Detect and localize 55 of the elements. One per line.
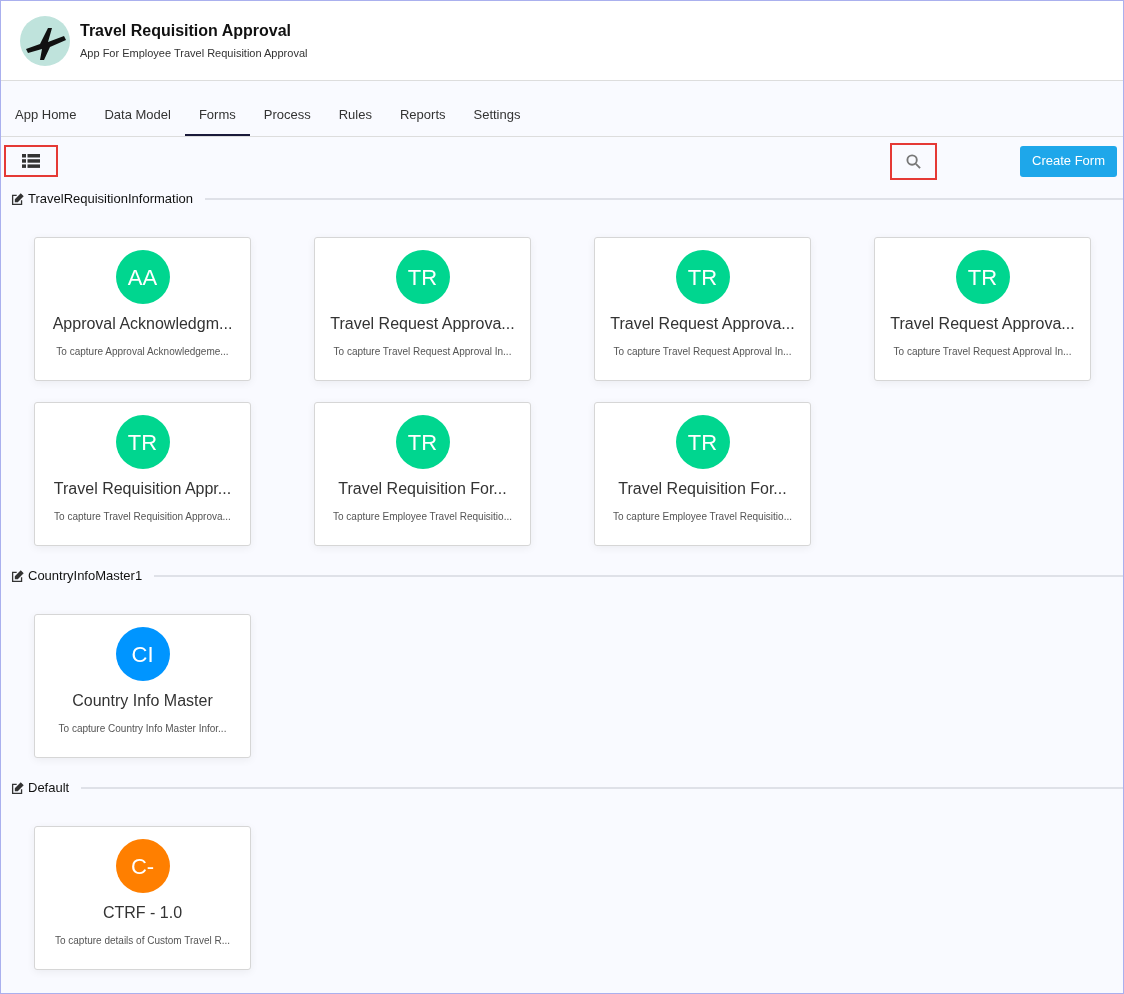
edit-icon [11,192,24,206]
form-description: To capture Country Info Master Infor... [58,722,227,736]
avatar-initials: TR [955,250,1010,304]
app-title: Travel Requisition Approval [80,21,292,42]
avatar-initials: CI [115,627,170,681]
form-card[interactable]: TR Travel Requisition For... To capture Employee Travel Requisitio... [594,402,811,546]
search-icon [906,153,922,169]
form-title: Travel Request Approva... [330,314,515,334]
section-title: TravelRequisitionInformation [28,190,193,209]
form-description: To capture Employee Travel Requisitio... [333,510,512,524]
form-title: Travel Requisition For... [338,479,507,499]
avatar-initials: AA [115,250,170,304]
section-title: Default [28,779,70,798]
form-card[interactable]: TR Travel Request Approva... To capture Travel Request Approval In... [874,237,1091,381]
avatar-initials: TR [675,250,730,304]
form-description: To capture Travel Request Approval In... [613,345,792,359]
form-description: To capture Travel Request Approval In... [893,345,1072,359]
form-description: To capture Travel Requisition Approva... [54,510,231,524]
form-title: Travel Requisition Appr... [53,479,232,499]
list-view-button[interactable] [4,145,58,177]
form-card[interactable]: TR Travel Requisition Appr... To capture Travel Requisition Approva... [34,402,251,546]
nav-tab[interactable]: Process [249,96,325,136]
avatar-initials: TR [395,250,450,304]
form-card[interactable]: C- CTRF - 1.0 To capture details of Custom Travel R... [34,826,251,970]
section-title: CountryInfoMaster1 [28,567,143,586]
nav-tab[interactable]: Rules [324,96,386,136]
nav-tab[interactable]: Data Model [90,96,185,136]
avatar-initials: TR [115,415,170,469]
form-card[interactable]: AA Approval Acknowledgm... To capture Approval Acknowledgeme... [34,237,251,381]
search-button[interactable] [890,142,938,180]
form-title: Travel Requisition For... [618,479,787,499]
avatar-initials: C- [115,839,170,893]
form-title: Travel Request Approva... [890,314,1075,334]
avatar-initials: TR [675,415,730,469]
nav-tab[interactable]: Forms [184,96,250,136]
form-title: Travel Request Approva... [610,314,795,334]
form-description: To capture details of Custom Travel R... [54,934,231,948]
form-card[interactable]: TR Travel Request Approva... To capture Travel Request Approval In... [314,237,531,381]
form-card[interactable]: TR Travel Requisition For... To capture Employee Travel Requisitio... [314,402,531,546]
edit-icon [11,569,24,583]
nav-tab[interactable]: Reports [385,96,460,136]
nav-tab[interactable]: Settings [459,96,535,136]
form-title: Country Info Master [72,691,213,711]
avatar-initials: TR [395,415,450,469]
nav-tab[interactable]: App Home [1,96,91,136]
form-description: To capture Travel Request Approval In... [333,345,512,359]
list-icon [22,154,40,168]
form-title: Approval Acknowledgm... [52,314,233,334]
form-card[interactable]: CI Country Info Master To capture Country Info Master Infor... [34,614,251,758]
form-title: CTRF - 1.0 [102,903,183,923]
app-subtitle: App For Employee Travel Requisition Approval [80,46,308,62]
form-description: To capture Approval Acknowledgeme... [56,345,229,359]
form-card[interactable]: TR Travel Request Approva... To capture Travel Request Approval In... [594,237,811,381]
form-description: To capture Employee Travel Requisitio... [613,510,792,524]
edit-icon [11,781,24,795]
